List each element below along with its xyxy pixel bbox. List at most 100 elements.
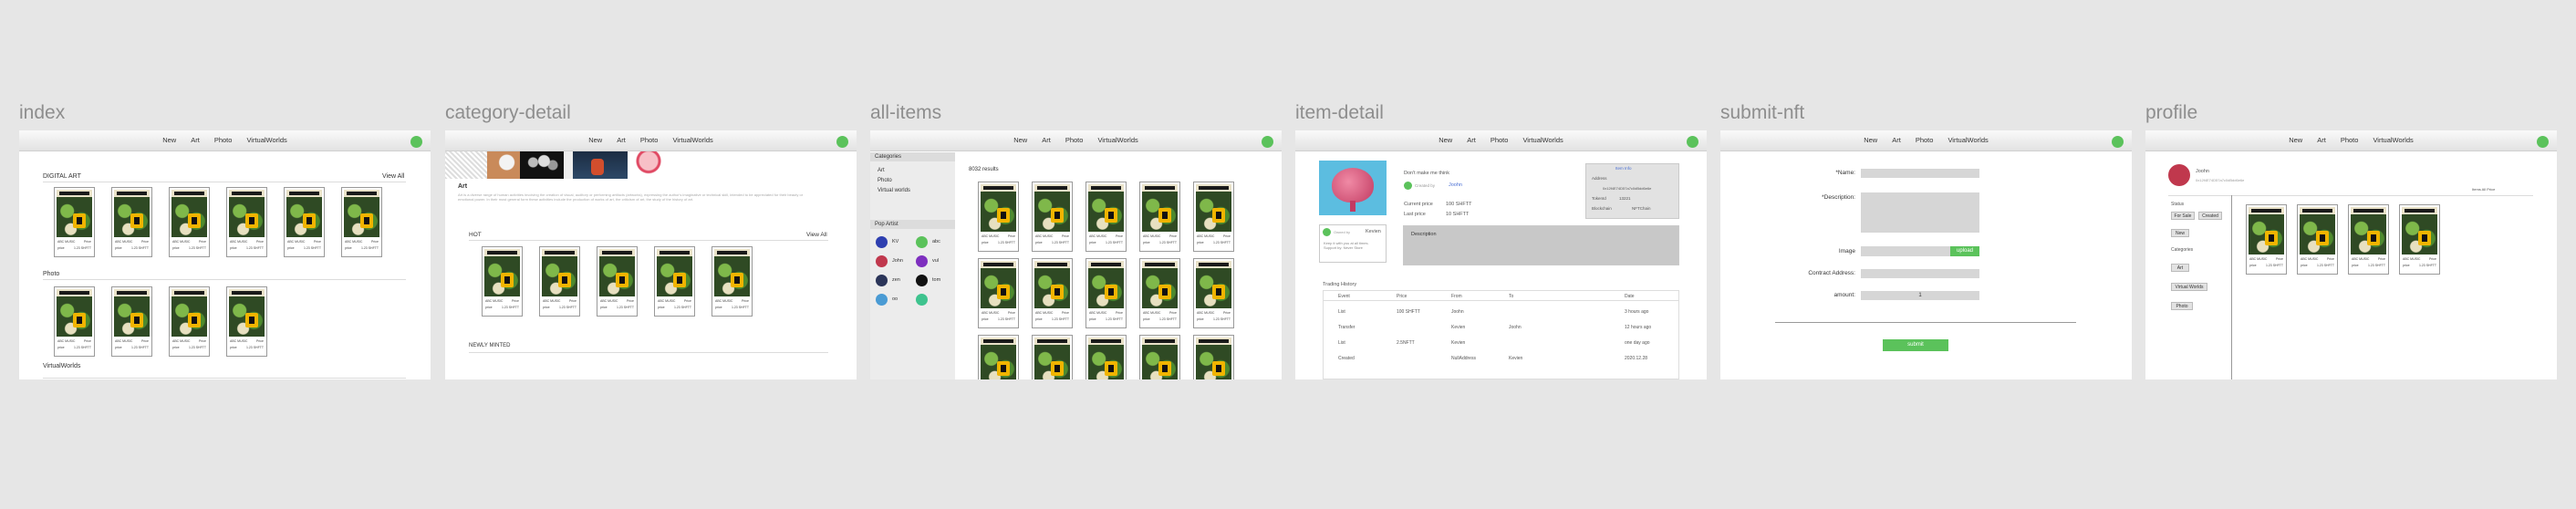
- artist-1-name[interactable]: abc: [932, 239, 940, 244]
- nft-card[interactable]: ABC MUSICPriceprice1.23 SHFTT: [169, 187, 210, 257]
- category-photo-button[interactable]: Photo: [2171, 302, 2193, 310]
- nav-photo[interactable]: Photo: [640, 136, 659, 144]
- nft-card[interactable]: ABC MUSICPriceprice1.23 SHFTT: [54, 187, 95, 257]
- status-new-button[interactable]: New: [2171, 229, 2189, 237]
- artist-2-avatar[interactable]: [876, 255, 888, 267]
- user-avatar[interactable]: [2537, 136, 2549, 148]
- upload-button[interactable]: upload: [1950, 246, 1979, 256]
- filter-category-photo[interactable]: Photo: [878, 178, 892, 183]
- artist-3-avatar[interactable]: [916, 255, 928, 267]
- nav-art[interactable]: Art: [1042, 136, 1051, 144]
- nft-card[interactable]: ABC MUSICPriceprice1.23 SHFTT: [1085, 335, 1127, 379]
- view-all-link[interactable]: View All: [806, 232, 827, 238]
- nft-card[interactable]: ABC MUSICPriceprice1.23 SHFTT: [226, 187, 267, 257]
- filter-category-art[interactable]: Art: [878, 168, 885, 173]
- nft-card[interactable]: ABC MUSICPriceprice1.23 SHFTT: [2399, 204, 2440, 275]
- nav-photo[interactable]: Photo: [214, 136, 233, 144]
- contract-address-input[interactable]: [1861, 269, 1979, 278]
- history-cell[interactable]: Joohn: [1451, 309, 1464, 315]
- nav-photo[interactable]: Photo: [1916, 136, 1934, 144]
- nft-card[interactable]: ABC MUSICPriceprice1.23 SHFTT: [1193, 335, 1234, 379]
- nft-card[interactable]: ABC MUSICPriceprice1.23 SHFTT: [1139, 335, 1180, 379]
- status-for-sale-button[interactable]: For Sale: [2171, 212, 2195, 220]
- nav-new[interactable]: New: [1439, 136, 1452, 144]
- creator-link[interactable]: Joohn: [1449, 182, 1462, 188]
- nft-card[interactable]: ABC MUSICPriceprice1.23 SHFTT: [539, 246, 580, 317]
- nft-card[interactable]: ABC MUSICPriceprice1.23 SHFTT: [1032, 182, 1073, 252]
- artist-6-avatar[interactable]: [876, 294, 888, 306]
- nav-photo[interactable]: Photo: [1065, 136, 1084, 144]
- artist-1-avatar[interactable]: [916, 236, 928, 248]
- nft-card[interactable]: ABC MUSICPriceprice1.23 SHFTT: [2246, 204, 2287, 275]
- nft-card[interactable]: ABC MUSICPriceprice1.23 SHFTT: [1032, 335, 1073, 379]
- nft-card[interactable]: ABC MUSICPriceprice1.23 SHFTT: [1139, 258, 1180, 328]
- nft-card[interactable]: ABC MUSICPriceprice1.23 SHFTT: [1193, 258, 1234, 328]
- history-cell[interactable]: NullAddress: [1451, 356, 1476, 361]
- owner-name[interactable]: Kevien: [1366, 229, 1381, 234]
- nav-new[interactable]: New: [2289, 136, 2302, 144]
- amount-input[interactable]: 1: [1861, 291, 1979, 300]
- nft-card[interactable]: ABC MUSICPriceprice1.23 SHFTT: [712, 246, 753, 317]
- nav-art[interactable]: Art: [1467, 136, 1476, 144]
- nav-new[interactable]: New: [588, 136, 602, 144]
- artist-4-name[interactable]: zen: [892, 277, 900, 283]
- nft-card[interactable]: ABC MUSICPriceprice1.23 SHFTT: [978, 335, 1019, 379]
- nav-art[interactable]: Art: [2317, 136, 2326, 144]
- nav-virtualworlds[interactable]: VirtualWorlds: [246, 136, 286, 144]
- nft-card[interactable]: ABC MUSICPriceprice1.23 SHFTT: [978, 258, 1019, 328]
- nft-card[interactable]: ABC MUSICPriceprice1.23 SHFTT: [1032, 258, 1073, 328]
- artist-0-avatar[interactable]: [876, 236, 888, 248]
- history-cell[interactable]: Kevien: [1509, 356, 1522, 361]
- history-cell[interactable]: Kevien: [1451, 340, 1465, 346]
- user-avatar[interactable]: [1687, 136, 1698, 148]
- nav-new[interactable]: New: [1013, 136, 1027, 144]
- nft-card[interactable]: ABC MUSICPriceprice1.23 SHFTT: [978, 182, 1019, 252]
- nav-art[interactable]: Art: [191, 136, 200, 144]
- category-art-button[interactable]: Art: [2171, 264, 2189, 272]
- history-cell[interactable]: Kevien: [1451, 325, 1465, 330]
- category-virtual-worlds-button[interactable]: Virtual Worlds: [2171, 283, 2207, 291]
- nft-card[interactable]: ABC MUSICPriceprice1.23 SHFTT: [1085, 182, 1127, 252]
- name-input[interactable]: [1861, 169, 1979, 178]
- nav-virtualworlds[interactable]: VirtualWorlds: [1948, 136, 1988, 144]
- description-input[interactable]: [1861, 192, 1979, 233]
- nft-card[interactable]: ABC MUSICPriceprice1.23 SHFTT: [1139, 182, 1180, 252]
- artist-5-name[interactable]: tom: [932, 277, 940, 283]
- artist-6-name[interactable]: oo: [892, 296, 898, 302]
- nft-card[interactable]: ABC MUSICPriceprice1.23 SHFTT: [169, 286, 210, 357]
- nav-photo[interactable]: Photo: [2341, 136, 2359, 144]
- nft-card[interactable]: ABC MUSICPriceprice1.23 SHFTT: [1085, 258, 1127, 328]
- nft-card[interactable]: ABC MUSICPriceprice1.23 SHFTT: [654, 246, 695, 317]
- nft-card[interactable]: ABC MUSICPriceprice1.23 SHFTT: [54, 286, 95, 357]
- user-avatar[interactable]: [2112, 136, 2124, 148]
- artist-0-name[interactable]: KV: [892, 239, 898, 244]
- nft-card[interactable]: ABC MUSICPriceprice1.23 SHFTT: [2297, 204, 2338, 275]
- user-avatar[interactable]: [836, 136, 848, 148]
- nft-card[interactable]: ABC MUSICPriceprice1.23 SHFTT: [1193, 182, 1234, 252]
- nft-card[interactable]: ABC MUSICPriceprice1.23 SHFTT: [111, 286, 152, 357]
- nav-virtualworlds[interactable]: VirtualWorlds: [1097, 136, 1137, 144]
- nft-card[interactable]: ABC MUSICPriceprice1.23 SHFTT: [597, 246, 638, 317]
- filter-category-virtual-worlds[interactable]: Virtual worlds: [878, 188, 910, 193]
- status-created-button[interactable]: Created: [2198, 212, 2222, 220]
- nft-card[interactable]: ABC MUSICPriceprice1.23 SHFTT: [284, 187, 325, 257]
- artist-7-avatar[interactable]: [916, 294, 928, 306]
- nav-virtualworlds[interactable]: VirtualWorlds: [672, 136, 712, 144]
- nft-card[interactable]: ABC MUSICPriceprice1.23 SHFTT: [2348, 204, 2389, 275]
- nav-virtualworlds[interactable]: VirtualWorlds: [2373, 136, 2413, 144]
- nft-card[interactable]: ABC MUSICPriceprice1.23 SHFTT: [482, 246, 523, 317]
- nav-virtualworlds[interactable]: VirtualWorlds: [1522, 136, 1563, 144]
- history-cell[interactable]: Joohn: [1509, 325, 1522, 330]
- nft-card[interactable]: ABC MUSICPriceprice1.23 SHFTT: [111, 187, 152, 257]
- nav-new[interactable]: New: [162, 136, 176, 144]
- nav-new[interactable]: New: [1864, 136, 1877, 144]
- nav-art[interactable]: Art: [1892, 136, 1901, 144]
- nav-art[interactable]: Art: [617, 136, 626, 144]
- nav-photo[interactable]: Photo: [1491, 136, 1509, 144]
- user-avatar[interactable]: [410, 136, 422, 148]
- nft-card[interactable]: ABC MUSICPriceprice1.23 SHFTT: [226, 286, 267, 357]
- artist-4-avatar[interactable]: [876, 275, 888, 286]
- artist-2-name[interactable]: John: [892, 258, 903, 264]
- nft-card[interactable]: ABC MUSICPriceprice1.23 SHFTT: [341, 187, 382, 257]
- view-all-link[interactable]: View All: [382, 173, 404, 180]
